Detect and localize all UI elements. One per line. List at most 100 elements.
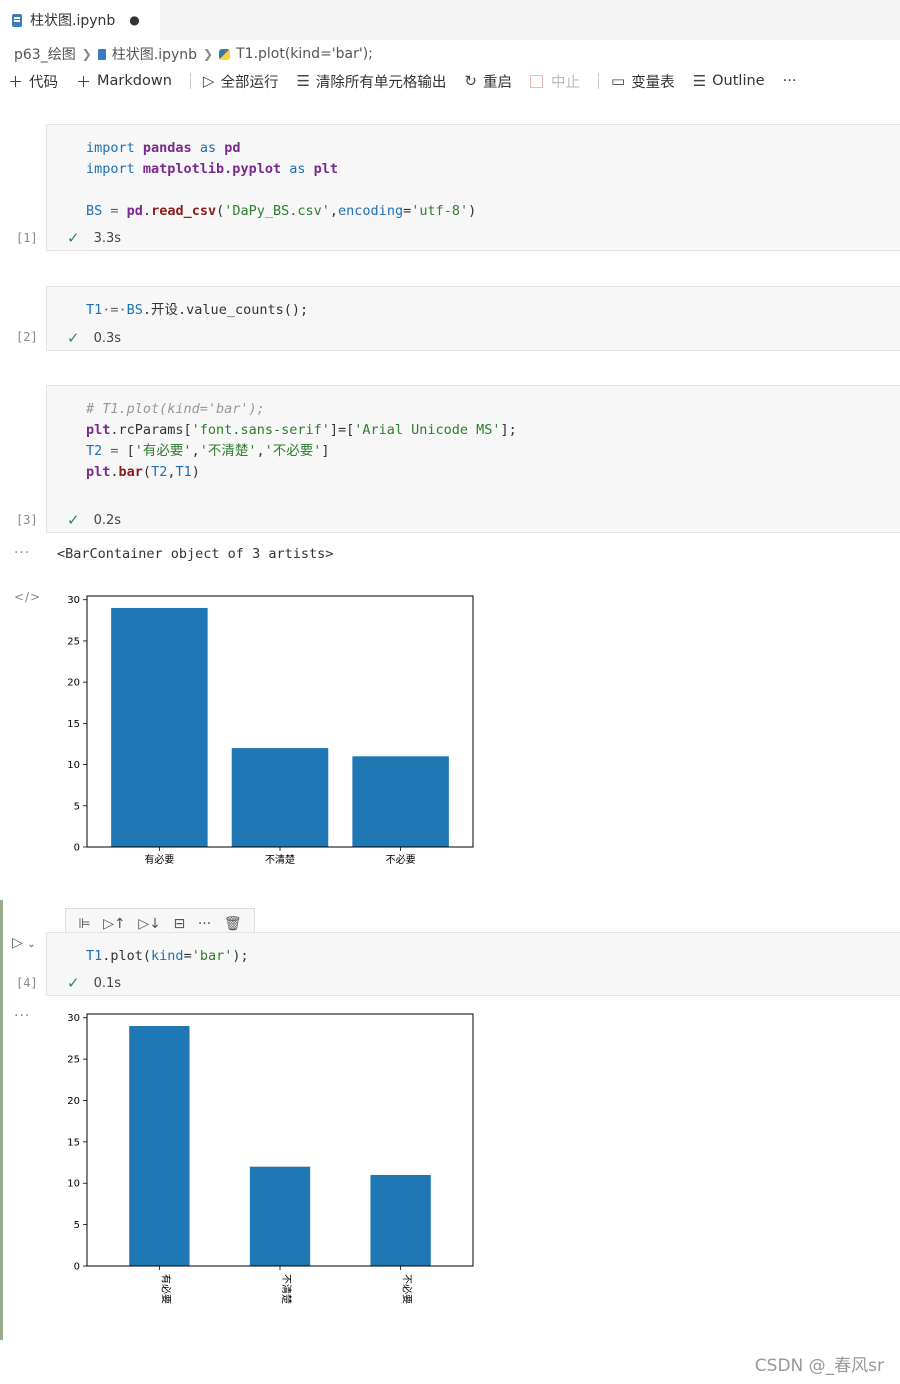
code-cell-2[interactable]: T1·=·BS.开设.value_counts(); ✓ 0.3s [46, 286, 900, 351]
interrupt-button[interactable]: 中止 [530, 71, 580, 92]
code-line: T1.plot(kind='bar'); [86, 946, 249, 967]
code-token: = [102, 443, 127, 459]
toolbar-divider [598, 73, 599, 89]
code-line: T2 = ['有必要','不清楚','不必要'] [86, 441, 517, 462]
breadcrumb-symbol[interactable]: T1.plot(kind='bar'); [236, 46, 373, 62]
code-line: # T1.plot(kind='bar'); [86, 399, 517, 420]
plus-icon: ＋ [8, 72, 24, 91]
tab-title: 柱状图.ipynb [30, 13, 116, 29]
notebook-toolbar: ＋ 代码 ＋ Markdown ▷ 全部运行 ☰ 清除所有单元格输出 ↻ 重启 中止 ▭ 变… [8, 70, 814, 92]
code-token: ( [142, 464, 152, 480]
breadcrumb-folder[interactable]: p63_绘图 [14, 44, 76, 64]
check-icon: ✓ [67, 511, 80, 529]
code-token: read_csv [151, 203, 217, 219]
x-tick-label: 不必要 [386, 853, 416, 866]
toolbar-divider [189, 73, 191, 89]
more-icon[interactable]: ··· [198, 916, 211, 932]
x-tick-label: 有必要 [159, 1274, 172, 1304]
code-cell-1[interactable]: import pandas as pd import matplotlib.pyp… [46, 124, 900, 251]
x-tick-label: 不清楚 [280, 1274, 293, 1304]
x-tick-label: 不清楚 [265, 853, 295, 866]
add-code-button[interactable]: ＋ 代码 [8, 71, 58, 92]
interrupt-label: 中止 [551, 74, 580, 91]
run-below-icon[interactable]: ▷↓ [138, 916, 161, 932]
y-tick-label: 10 [67, 1179, 80, 1190]
cell-2-code[interactable]: T1·=·BS.开设.value_counts(); [86, 300, 308, 321]
code-line: import matplotlib.pyplot as plt [86, 159, 476, 180]
code-token: 'Arial Unicode MS' [354, 422, 501, 438]
code-token: plt [86, 422, 111, 438]
cell-3-status: ✓ 0.2s [67, 511, 121, 529]
code-line: BS = pd.read_csv('DaPy_BS.csv',encoding=… [86, 201, 476, 222]
clear-outputs-button[interactable]: ☰ 清除所有单元格输出 [296, 71, 446, 92]
chevron-right-icon: ❯ [203, 47, 214, 61]
cell-4-status: ✓ 0.1s [67, 974, 121, 992]
code-token: ]=[ [329, 422, 355, 438]
output-more-icon[interactable]: ··· [14, 1008, 30, 1024]
focused-cell-indicator [0, 900, 3, 1340]
code-token: ) [191, 464, 200, 480]
bar-chart-1: 有必要 不清楚 不必要 0 5 10 15 20 25 30 [67, 595, 474, 866]
output-more-icon[interactable]: ··· [14, 545, 30, 561]
code-token: kind [151, 948, 184, 964]
cell-1-exec-count: [1] [16, 231, 38, 245]
run-all-button[interactable]: ▷ 全部运行 [203, 71, 279, 92]
code-token: .开设.value_counts [142, 302, 284, 318]
run-by-line-icon[interactable]: ⊫ [78, 916, 90, 932]
tab-notebook[interactable]: 柱状图.ipynb ● [0, 0, 160, 40]
bar [111, 607, 208, 847]
y-tick-label: 30 [67, 595, 80, 606]
delete-icon[interactable]: 🗑 [224, 916, 242, 932]
cell-4-code[interactable]: T1.plot(kind='bar'); [86, 946, 249, 967]
code-token: = [403, 203, 412, 219]
clear-all-icon: ☰ [296, 72, 310, 90]
code-output-icon[interactable]: </> [14, 590, 41, 604]
run-cell-button[interactable]: ▷ ⌄ [12, 935, 36, 951]
chevron-right-icon: ❯ [81, 47, 92, 61]
cell-1-time: 3.3s [93, 230, 122, 246]
restart-label: 重启 [483, 74, 512, 91]
code-line: plt.rcParams['font.sans-serif']=['Arial … [86, 420, 517, 441]
code-token: as [281, 161, 314, 177]
code-token: '不清楚' [199, 443, 257, 459]
add-markdown-label: Markdown [97, 73, 172, 89]
code-token: 'font.sans-serif' [191, 422, 330, 438]
run-all-label: 全部运行 [220, 74, 279, 91]
code-token: [ [126, 443, 135, 459]
split-cell-icon[interactable]: ⊟ [173, 916, 185, 932]
outline-button[interactable]: ☰ Outline [693, 72, 765, 90]
code-token: '不必要' [264, 443, 322, 459]
restart-button[interactable]: ↻ 重启 [464, 71, 512, 92]
code-token: encoding [338, 203, 404, 219]
variables-button[interactable]: ▭ 变量表 [611, 71, 675, 92]
y-tick-label: 5 [74, 1220, 80, 1231]
code-token: 'bar' [191, 948, 233, 964]
chevron-down-icon[interactable]: ⌄ [27, 939, 35, 950]
more-actions-button[interactable]: ··· [783, 73, 797, 89]
code-token: T1 [86, 302, 103, 318]
breadcrumb-file[interactable]: 柱状图.ipynb [112, 44, 197, 64]
cell-3-code[interactable]: # T1.plot(kind='bar'); plt.rcParams['font… [86, 399, 517, 483]
code-token: ); [232, 948, 249, 964]
code-token: (); [283, 302, 309, 318]
run-above-icon[interactable]: ▷↑ [103, 916, 126, 932]
code-cell-4[interactable]: T1.plot(kind='bar'); ✓ 0.1s [46, 932, 900, 996]
code-cell-3[interactable]: # T1.plot(kind='bar'); plt.rcParams['font… [46, 385, 900, 533]
code-token: BS [126, 302, 143, 318]
y-tick-label: 15 [67, 719, 80, 730]
code-token: as [191, 140, 225, 156]
cell-3-exec-count: [3] [16, 513, 38, 527]
code-token: T1 [86, 948, 103, 964]
clear-outputs-label: 清除所有单元格输出 [315, 74, 447, 91]
modified-dot-icon[interactable]: ● [129, 13, 139, 27]
add-markdown-button[interactable]: ＋ Markdown [76, 71, 172, 92]
code-token: pd [126, 203, 143, 219]
chart-2: 有必要 不清楚 不必要 0 5 10 15 20 25 30 [56, 1006, 481, 1317]
code-token: , [191, 443, 200, 459]
watermark: CSDN @_春风sr [754, 1356, 884, 1376]
code-token: .rcParams[ [110, 422, 192, 438]
list-icon: ☰ [692, 72, 707, 90]
variables-icon: ▭ [611, 72, 626, 90]
code-token: # T1.plot(kind='bar'); [86, 401, 265, 417]
cell-1-code[interactable]: import pandas as pd import matplotlib.pyp… [86, 138, 476, 222]
